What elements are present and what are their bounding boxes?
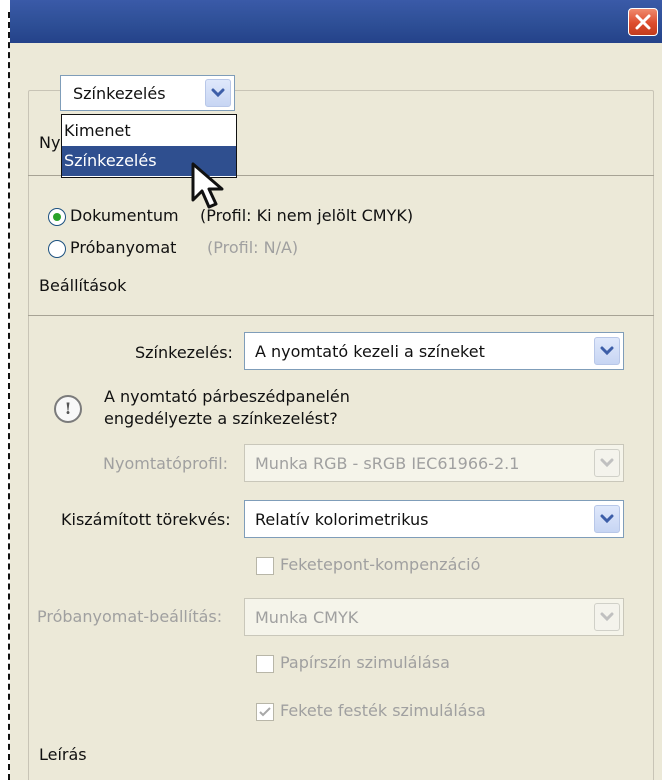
print-dialog: Színkezelés Ny Dokumentum (Profil: Ki ne…: [10, 0, 662, 780]
settings-heading: Beállítások: [39, 276, 127, 295]
color-handling-label: Színkezelés:: [135, 343, 233, 362]
description-heading: Leírás: [39, 745, 87, 764]
title-bar: [10, 0, 662, 43]
chevron-down-icon: [600, 514, 614, 524]
black-point-label: Feketepont-kompenzáció: [280, 555, 481, 574]
chevron-down-icon: [600, 458, 614, 468]
rendering-intent-select[interactable]: Relatív kolorimetrikus: [244, 500, 624, 538]
printer-profile-label: Nyomtatóprofil:: [103, 454, 229, 473]
black-point-checkbox[interactable]: [256, 557, 274, 575]
color-handling-select[interactable]: A nyomtató kezeli a színeket: [244, 332, 624, 370]
chevron-down-icon: [600, 612, 614, 622]
radio-proof-label: Próbanyomat: [70, 238, 177, 257]
rendering-intent-label: Kiszámított törekvés:: [61, 510, 231, 529]
radio-selected-dot: [53, 213, 61, 221]
printer-profile-arrow: [594, 449, 620, 477]
mouse-pointer-icon: [191, 162, 224, 209]
chevron-down-icon: [600, 346, 614, 356]
separator-middle: [28, 315, 654, 316]
screenshot-stage: Színkezelés Ny Dokumentum (Profil: Ki ne…: [0, 0, 662, 780]
section-heading-truncated: Ny: [39, 133, 61, 152]
radio-document[interactable]: [48, 208, 66, 226]
radio-proof-profile: (Profil: N/A): [207, 238, 299, 257]
proof-setup-value: Munka CMYK: [255, 608, 359, 627]
color-handling-arrow[interactable]: [594, 337, 620, 365]
checkmark-icon: [259, 707, 271, 717]
color-handling-value: A nyomtató kezeli a színeket: [255, 342, 485, 361]
radio-proof[interactable]: [48, 240, 66, 258]
section-combo[interactable]: Színkezelés: [60, 75, 235, 111]
simulate-black-checkbox[interactable]: [256, 703, 274, 721]
simulate-paper-checkbox[interactable]: [256, 655, 274, 673]
info-line-2: engedélyezte a színkezelést?: [104, 409, 338, 428]
proof-setup-select: Munka CMYK: [244, 598, 624, 636]
radio-document-label: Dokumentum: [70, 206, 179, 225]
simulate-black-label: Fekete festék szimulálása: [280, 701, 486, 720]
group-box: [28, 90, 654, 780]
proof-setup-label: Próbanyomat-beállítás:: [37, 607, 223, 626]
simulate-paper-label: Papírszín szimulálása: [280, 653, 450, 672]
close-icon: [635, 14, 651, 30]
proof-setup-arrow: [594, 603, 620, 631]
info-line-1: A nyomtató párbeszédpanelén: [104, 387, 350, 406]
section-combo-arrow[interactable]: [205, 79, 231, 107]
close-button[interactable]: [628, 8, 658, 36]
chevron-down-icon: [211, 88, 225, 98]
section-combo-value: Színkezelés: [73, 84, 166, 103]
dropdown-item-output[interactable]: Kimenet: [62, 116, 236, 146]
info-icon: !: [54, 395, 82, 423]
printer-profile-select: Munka RGB - sRGB IEC61966-2.1: [244, 444, 624, 482]
printer-profile-value: Munka RGB - sRGB IEC61966-2.1: [255, 454, 520, 473]
rendering-intent-arrow[interactable]: [594, 505, 620, 533]
rendering-intent-value: Relatív kolorimetrikus: [255, 510, 429, 529]
